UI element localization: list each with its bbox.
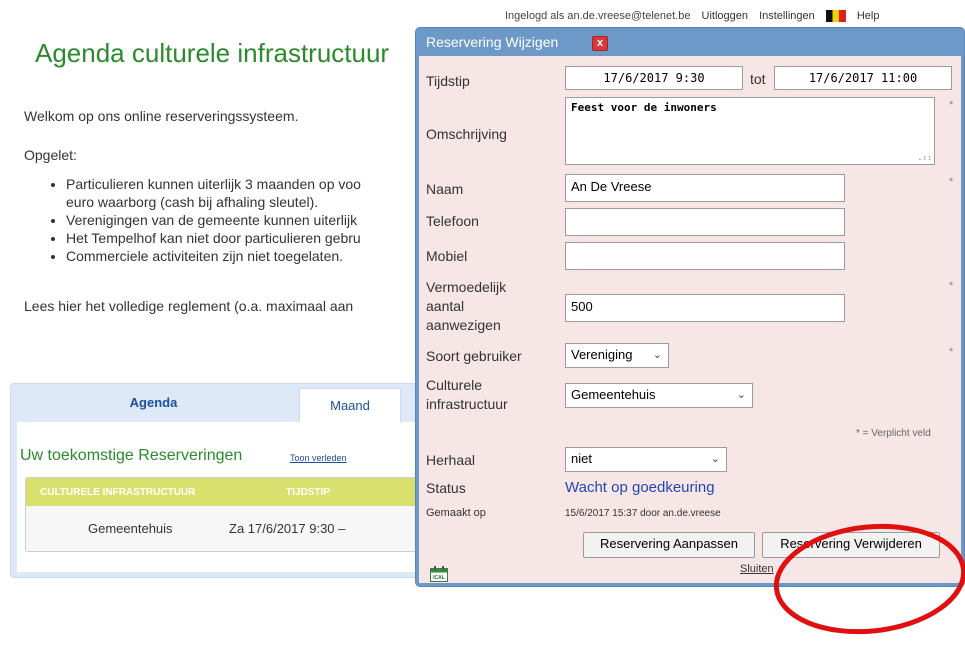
resize-grip-icon[interactable]: .:: xyxy=(918,153,932,162)
reglement-link-text[interactable]: Lees hier het volledige reglement (o.a. … xyxy=(24,298,424,314)
logout-link[interactable]: Uitloggen xyxy=(702,10,748,22)
start-time-field[interactable]: 17/6/2017 9:30 xyxy=(565,66,743,90)
label-ci-2: infrastructuur xyxy=(426,396,508,412)
show-past-link[interactable]: Toon verleden xyxy=(290,453,347,463)
ical-label: ICAL xyxy=(433,575,445,581)
update-reservation-button[interactable]: Reservering Aanpassen xyxy=(583,532,755,558)
label-tijdstip: Tijdstip xyxy=(426,73,470,89)
end-time-field[interactable]: 17/6/2017 11:00 xyxy=(774,66,952,90)
label-telefoon: Telefoon xyxy=(426,213,479,229)
table-header: CULTURELE INFRASTRUCTUUR TIJDSTIP xyxy=(26,478,421,506)
label-status: Status xyxy=(426,480,466,496)
infrastructure-select[interactable]: Gemeentehuis ⌄ xyxy=(565,383,753,408)
label-soort-gebruiker: Soort gebruiker xyxy=(426,348,522,364)
dialog-body: Tijdstip 17/6/2017 9:30 tot 17/6/2017 11… xyxy=(419,56,961,583)
reservations-title: Uw toekomstige Reserveringen xyxy=(20,447,243,464)
label-mobiel: Mobiel xyxy=(426,248,468,264)
label-tot: tot xyxy=(750,71,766,87)
label-aanwezigen-2: aantal xyxy=(426,298,465,314)
label-aanwezigen-1: Vermoedelijk xyxy=(426,279,507,295)
status-value: Wacht op goedkeuring xyxy=(565,479,715,496)
repeat-value: niet xyxy=(571,451,592,466)
column-header-tijdstip[interactable]: TIJDSTIP xyxy=(286,487,330,498)
user-type-select[interactable]: Vereniging ⌄ xyxy=(565,343,669,368)
label-aanwezigen-3: aanwezigen xyxy=(426,317,501,333)
welcome-text: Welkom op ons online reserveringssysteem… xyxy=(24,108,299,124)
description-text: Feest voor de inwoners xyxy=(571,101,717,114)
edit-reservation-dialog: Reservering Wijzigen x Tijdstip 17/6/201… xyxy=(416,28,964,586)
logged-in-text: Ingelogd als an.de.vreese@telenet.be xyxy=(505,10,691,22)
column-header-infrastructure[interactable]: CULTURELE INFRASTRUCTUUR xyxy=(40,487,195,498)
required-mark: * xyxy=(949,346,954,358)
help-link[interactable]: Help xyxy=(857,10,880,22)
rule-item: Particulieren kunnen uiterlijk 3 maanden… xyxy=(66,175,436,193)
label-omschrijving: Omschrijving xyxy=(426,126,507,142)
description-textarea[interactable]: Feest voor de inwoners .:: xyxy=(565,97,935,165)
required-mark: * xyxy=(949,176,954,188)
page-title: Agenda culturele infrastructuur xyxy=(35,38,390,68)
close-icon[interactable]: x xyxy=(592,36,608,51)
label-naam: Naam xyxy=(426,181,464,197)
annotation-circle xyxy=(773,523,965,635)
row-infrastructure: Gemeentehuis xyxy=(88,521,173,536)
required-mark: * xyxy=(949,280,954,292)
reservations-table: CULTURELE INFRASTRUCTUUR TIJDSTIP Gemeen… xyxy=(25,477,422,552)
label-gemaakt-op: Gemaakt op xyxy=(426,507,486,519)
label-ci-1: Culturele xyxy=(426,377,483,393)
rule-item: Commerciele activiteiten zijn niet toege… xyxy=(66,247,436,265)
belgian-flag-icon[interactable] xyxy=(825,10,846,23)
label-herhaal: Herhaal xyxy=(426,452,476,468)
ical-icon[interactable]: ICAL xyxy=(430,566,448,582)
chevron-down-icon: ⌄ xyxy=(710,453,720,465)
rule-item-continued: euro waarborg (cash bij afhaling sleutel… xyxy=(66,194,319,210)
tabs-strip: Agenda Maand xyxy=(11,384,431,423)
attendees-field[interactable]: 500 xyxy=(565,294,845,322)
infrastructure-value: Gemeentehuis xyxy=(571,387,656,402)
user-type-value: Vereniging xyxy=(571,347,633,362)
close-link[interactable]: Sluiten xyxy=(740,563,774,575)
mobile-field[interactable] xyxy=(565,242,845,270)
required-note: * = Verplicht veld xyxy=(856,428,931,439)
phone-field[interactable] xyxy=(565,208,845,236)
required-mark: * xyxy=(949,99,954,111)
repeat-select[interactable]: niet ⌄ xyxy=(565,447,727,472)
rule-item: Het Tempelhof kan niet door particuliere… xyxy=(66,229,436,247)
name-field[interactable]: An De Vreese xyxy=(565,174,845,202)
row-tijdstip: Za 17/6/2017 9:30 – xyxy=(229,521,346,536)
warning-heading: Opgelet: xyxy=(24,147,77,163)
chevron-down-icon: ⌄ xyxy=(652,349,662,361)
tab-agenda[interactable]: Agenda xyxy=(11,384,296,422)
page: Ingelogd als an.de.vreese@telenet.be Uit… xyxy=(0,0,965,656)
chevron-down-icon: ⌄ xyxy=(736,389,746,401)
created-value: 15/6/2017 15:37 door an.de.vreese xyxy=(565,508,721,519)
table-row[interactable]: Gemeentehuis Za 17/6/2017 9:30 – xyxy=(26,506,421,551)
rule-item: Verenigingen van de gemeente kunnen uite… xyxy=(66,211,436,229)
dialog-title[interactable]: Reservering Wijzigen xyxy=(426,34,558,50)
settings-link[interactable]: Instellingen xyxy=(759,10,815,22)
rules-list: Particulieren kunnen uiterlijk 3 maanden… xyxy=(48,175,436,265)
user-bar: Ingelogd als an.de.vreese@telenet.be Uit… xyxy=(505,10,887,23)
tab-maand[interactable]: Maand xyxy=(299,388,401,423)
